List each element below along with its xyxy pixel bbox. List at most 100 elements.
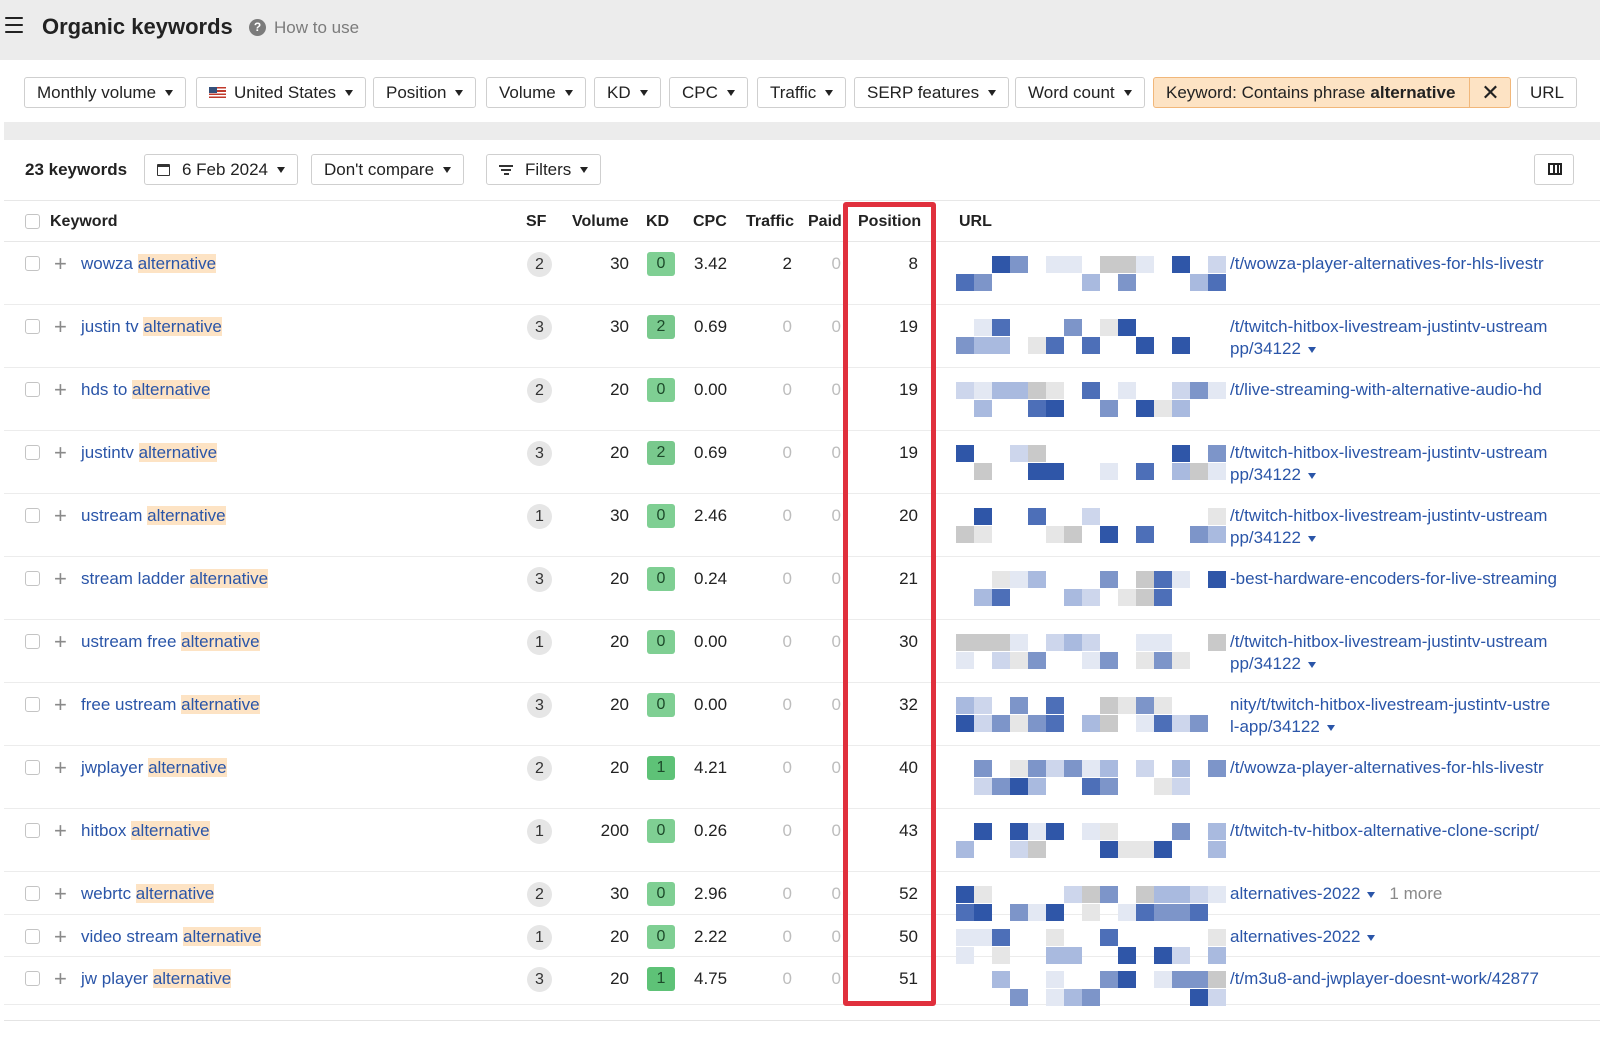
add-to-list-icon[interactable]: +: [54, 442, 67, 464]
serp-features-badge[interactable]: 1: [527, 819, 552, 844]
chevron-down-icon[interactable]: [1307, 346, 1316, 353]
ranking-url[interactable]: /t/wowza-player-alternatives-for-hls-liv…: [1230, 757, 1570, 779]
ranking-url[interactable]: /t/twitch-hitbox-livestream-justintv-ust…: [1230, 505, 1570, 549]
row-checkbox[interactable]: [25, 445, 40, 460]
serp-features-badge[interactable]: 1: [527, 630, 552, 655]
active-keyword-filter[interactable]: Keyword: Contains phrase alternative ✕: [1153, 77, 1512, 108]
col-keyword[interactable]: Keyword: [50, 213, 118, 231]
col-url[interactable]: URL: [959, 213, 992, 231]
row-checkbox[interactable]: [25, 823, 40, 838]
serp-features-badge[interactable]: 3: [527, 441, 552, 466]
traffic-filter-dropdown[interactable]: Traffic: [757, 77, 847, 108]
columns-button[interactable]: [1534, 154, 1574, 185]
chevron-down-icon[interactable]: [1307, 535, 1316, 542]
serp-features-badge[interactable]: 3: [527, 693, 552, 718]
serp-features-badge[interactable]: 1: [527, 925, 552, 950]
serp-features-badge[interactable]: 2: [527, 252, 552, 277]
row-checkbox[interactable]: [25, 886, 40, 901]
serp-features-badge[interactable]: 3: [527, 567, 552, 592]
chevron-down-icon[interactable]: [1367, 891, 1376, 898]
help-icon[interactable]: ?: [249, 19, 266, 36]
col-paid[interactable]: Paid: [808, 213, 842, 231]
date-picker[interactable]: 6 Feb 2024: [144, 154, 299, 185]
add-to-list-icon[interactable]: +: [54, 968, 67, 990]
ranking-url[interactable]: -best-hardware-encoders-for-live-streami…: [1230, 568, 1570, 590]
row-checkbox[interactable]: [25, 256, 40, 271]
keyword-link[interactable]: hitbox alternative: [81, 821, 210, 841]
ranking-url[interactable]: /t/live-streaming-with-alternative-audio…: [1230, 379, 1570, 401]
row-checkbox[interactable]: [25, 760, 40, 775]
hamburger-menu-icon[interactable]: [5, 17, 23, 33]
row-checkbox[interactable]: [25, 508, 40, 523]
kd-filter-dropdown[interactable]: KD: [594, 77, 661, 108]
add-to-list-icon[interactable]: +: [54, 505, 67, 527]
chevron-down-icon[interactable]: [1367, 934, 1376, 941]
row-checkbox[interactable]: [25, 697, 40, 712]
row-checkbox[interactable]: [25, 634, 40, 649]
keyword-link[interactable]: stream ladder alternative: [81, 569, 269, 589]
how-to-use-link[interactable]: How to use: [274, 18, 359, 38]
more-urls-link[interactable]: 1 more: [1389, 884, 1442, 903]
filters-dropdown[interactable]: Filters: [486, 154, 602, 185]
keyword-link[interactable]: jw player alternative: [81, 969, 232, 989]
add-to-list-icon[interactable]: +: [54, 568, 67, 590]
add-to-list-icon[interactable]: +: [54, 694, 67, 716]
keyword-link[interactable]: video stream alternative: [81, 927, 262, 947]
monthly-volume-dropdown[interactable]: Monthly volume: [24, 77, 187, 108]
col-sf[interactable]: SF: [526, 213, 546, 231]
col-kd[interactable]: KD: [646, 213, 669, 231]
keyword-link[interactable]: wowza alternative: [81, 254, 217, 274]
serp-features-badge[interactable]: 2: [527, 378, 552, 403]
row-checkbox[interactable]: [25, 319, 40, 334]
compare-dropdown[interactable]: Don't compare: [311, 154, 465, 185]
add-to-list-icon[interactable]: +: [54, 379, 67, 401]
col-cpc[interactable]: CPC: [693, 213, 727, 231]
col-traffic[interactable]: Traffic: [746, 213, 794, 231]
chevron-down-icon[interactable]: [1307, 661, 1316, 668]
serp-features-badge[interactable]: 3: [527, 315, 552, 340]
keyword-link[interactable]: justin tv alternative: [81, 317, 222, 337]
add-to-list-icon[interactable]: +: [54, 631, 67, 653]
volume-filter-dropdown[interactable]: Volume: [486, 77, 586, 108]
ranking-url[interactable]: /t/wowza-player-alternatives-for-hls-liv…: [1230, 253, 1570, 275]
serp-features-badge[interactable]: 3: [527, 967, 552, 992]
keyword-link[interactable]: ustream alternative: [81, 506, 226, 526]
col-position[interactable]: Position: [858, 213, 921, 231]
chevron-down-icon[interactable]: [1326, 724, 1335, 731]
ranking-url[interactable]: /t/twitch-hitbox-livestream-justintv-ust…: [1230, 442, 1570, 486]
ranking-url[interactable]: /t/twitch-hitbox-livestream-justintv-ust…: [1230, 631, 1570, 675]
position-filter-dropdown[interactable]: Position: [373, 77, 477, 108]
ranking-url[interactable]: /t/twitch-hitbox-livestream-justintv-ust…: [1230, 316, 1570, 360]
select-all-checkbox[interactable]: [25, 214, 40, 229]
keyword-link[interactable]: webrtc alternative: [81, 884, 215, 904]
keyword-link[interactable]: free ustream alternative: [81, 695, 260, 715]
add-to-list-icon[interactable]: +: [54, 757, 67, 779]
ranking-url[interactable]: /t/m3u8-and-jwplayer-doesnt-work/42877: [1230, 968, 1570, 990]
serp-features-dropdown[interactable]: SERP features: [854, 77, 1010, 108]
col-volume[interactable]: Volume: [572, 213, 629, 231]
row-checkbox[interactable]: [25, 971, 40, 986]
keyword-link[interactable]: justintv alternative: [81, 443, 218, 463]
keyword-link[interactable]: hds to alternative: [81, 380, 211, 400]
cpc-filter-dropdown[interactable]: CPC: [669, 77, 748, 108]
row-checkbox[interactable]: [25, 382, 40, 397]
keyword-link[interactable]: jwplayer alternative: [81, 758, 227, 778]
url-filter-dropdown[interactable]: URL: [1517, 77, 1578, 108]
row-checkbox[interactable]: [25, 929, 40, 944]
serp-features-badge[interactable]: 1: [527, 504, 552, 529]
add-to-list-icon[interactable]: +: [54, 926, 67, 948]
add-to-list-icon[interactable]: +: [54, 820, 67, 842]
ranking-url[interactable]: /t/twitch-tv-hitbox-alternative-clone-sc…: [1230, 820, 1570, 842]
word-count-dropdown[interactable]: Word count: [1015, 77, 1145, 108]
ranking-url[interactable]: alternatives-2022: [1230, 926, 1570, 948]
add-to-list-icon[interactable]: +: [54, 253, 67, 275]
add-to-list-icon[interactable]: +: [54, 883, 67, 905]
chevron-down-icon[interactable]: [1307, 472, 1316, 479]
serp-features-badge[interactable]: 2: [527, 882, 552, 907]
add-to-list-icon[interactable]: +: [54, 316, 67, 338]
country-dropdown[interactable]: United States: [196, 77, 367, 108]
ranking-url[interactable]: nity/t/twitch-hitbox-livestream-justintv…: [1230, 694, 1570, 738]
row-checkbox[interactable]: [25, 571, 40, 586]
ranking-url[interactable]: alternatives-2022 1 more: [1230, 883, 1570, 905]
close-icon[interactable]: ✕: [1469, 78, 1510, 107]
